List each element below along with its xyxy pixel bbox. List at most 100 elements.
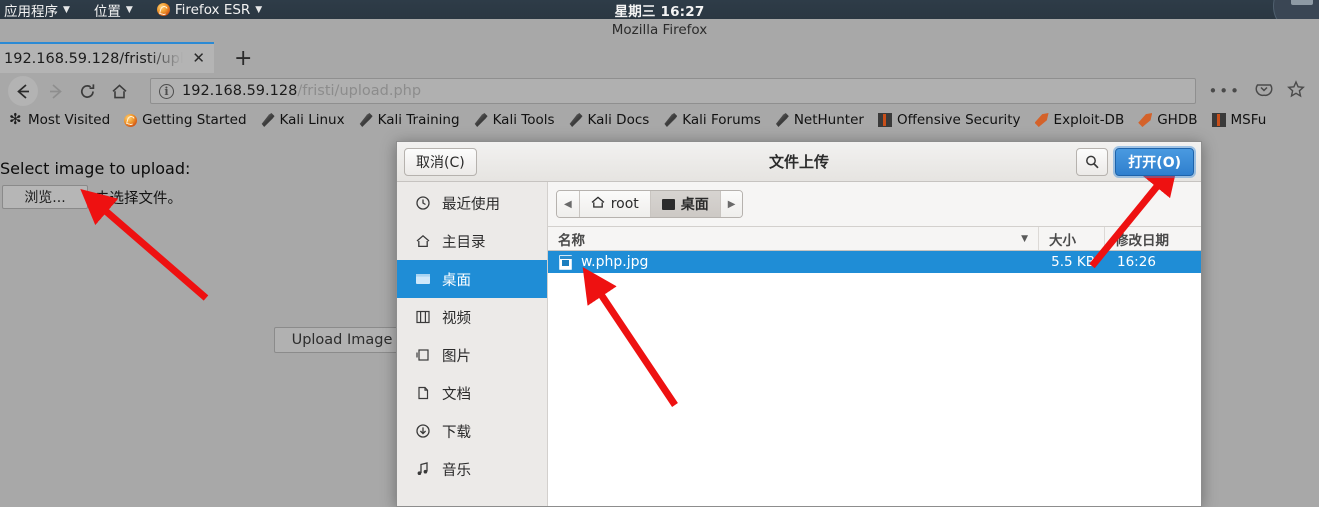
sidebar-item-desktop[interactable]: 桌面 xyxy=(397,260,547,298)
bookmark-label: Kali Forums xyxy=(682,112,761,128)
breadcrumb-label: 桌面 xyxy=(680,197,709,213)
breadcrumb-item-root[interactable]: root xyxy=(579,191,651,217)
bookmark-label: GHDB xyxy=(1157,112,1198,128)
url-bar[interactable]: i 192.168.59.128/fristi/upload.php xyxy=(150,78,1197,104)
desktop-top-panel: 应用程序 ▼ 位置 ▼ Firefox ESR ▼ 星期三 16:27 xyxy=(0,0,1319,34)
bookmark-label: Kali Training xyxy=(377,112,460,128)
bookmark-ghdb[interactable]: GHDB xyxy=(1131,112,1204,128)
file-name-cell: w.php.jpg xyxy=(548,254,1039,270)
bookmark-label: MSFu xyxy=(1230,112,1267,128)
bookmark-label: Kali Linux xyxy=(279,112,345,128)
cancel-button[interactable]: 取消(C) xyxy=(404,147,477,176)
sidebar-item-label: 下载 xyxy=(442,424,471,441)
picture-glyph xyxy=(415,349,429,361)
file-name: w.php.jpg xyxy=(581,254,649,270)
bookmark-kali-training[interactable]: Kali Training xyxy=(352,112,467,128)
table-row[interactable]: w.php.jpg 5.5 KB 16:26 xyxy=(548,251,1201,273)
upload-image-button[interactable]: Upload Image xyxy=(274,327,410,353)
bookmark-nethunter[interactable]: NetHunter xyxy=(768,112,871,128)
home-icon xyxy=(414,233,431,249)
reload-icon[interactable] xyxy=(72,76,102,106)
sidebar-item-videos[interactable]: 视频 xyxy=(397,298,547,336)
url-host: 192.168.59.128 xyxy=(182,83,298,99)
document-glyph xyxy=(417,386,428,400)
bookmark-kali-tools[interactable]: Kali Tools xyxy=(467,112,562,128)
dragon-icon xyxy=(569,113,583,127)
site-identity-icon[interactable]: i xyxy=(159,83,174,99)
sidebar-item-downloads[interactable]: 下载 xyxy=(397,412,547,450)
breadcrumb-item-desktop[interactable]: 桌面 xyxy=(650,191,721,217)
new-tab-button[interactable]: + xyxy=(226,48,260,73)
bookmark-most-visited[interactable]: Most Visited xyxy=(2,110,117,128)
leaf-icon xyxy=(1138,113,1153,127)
pictures-icon xyxy=(414,348,431,362)
bookmark-star-icon[interactable] xyxy=(1287,80,1305,102)
image-file-icon xyxy=(559,254,573,270)
sidebar-item-home[interactable]: 主目录 xyxy=(397,222,547,260)
sidebar-item-recent[interactable]: 最近使用 xyxy=(397,184,547,222)
bookmark-msfu[interactable]: MSFu xyxy=(1205,112,1274,128)
dragon-icon xyxy=(474,113,488,127)
note-glyph xyxy=(417,462,428,475)
url-path: /fristi/upload.php xyxy=(297,83,422,99)
column-header-date[interactable]: 修改日期 xyxy=(1105,227,1201,250)
bookmark-label: Most Visited xyxy=(28,112,111,128)
dragon-icon xyxy=(775,113,789,127)
sidebar-item-documents[interactable]: 文档 xyxy=(397,374,547,412)
bookmark-label: Exploit-DB xyxy=(1053,112,1125,128)
browser-tab[interactable]: 192.168.59.128/fristi/upload ✕ xyxy=(0,42,214,73)
open-button[interactable]: 打开(O) xyxy=(1115,147,1194,176)
sidebar-item-label: 桌面 xyxy=(442,272,471,289)
tab-title: 192.168.59.128/fristi/upload xyxy=(4,50,184,67)
close-icon[interactable]: ✕ xyxy=(189,51,208,66)
back-icon[interactable] xyxy=(8,76,38,106)
star-glyph xyxy=(1287,80,1305,98)
sort-descending-icon: ▼ xyxy=(1021,233,1028,244)
download-glyph xyxy=(415,424,430,438)
column-header-size[interactable]: 大小 xyxy=(1039,227,1105,250)
leaf-icon xyxy=(1034,113,1049,127)
reload-glyph xyxy=(80,83,94,98)
clock-icon xyxy=(414,195,431,211)
panel-clock[interactable]: 星期三 16:27 xyxy=(0,0,1319,20)
dialog-header: 取消(C) 文件上传 打开(O) xyxy=(397,142,1201,182)
file-list[interactable]: w.php.jpg 5.5 KB 16:26 xyxy=(548,251,1201,506)
desktop-icon xyxy=(661,198,675,210)
bookmark-kali-linux[interactable]: Kali Linux xyxy=(254,112,352,128)
file-list-header: 名称 ▼ 大小 修改日期 xyxy=(548,226,1201,251)
document-icon xyxy=(414,386,431,400)
sidebar-item-pictures[interactable]: 图片 xyxy=(397,336,547,374)
bookmark-getting-started[interactable]: Getting Started xyxy=(117,112,253,128)
page-actions-icon[interactable]: ••• xyxy=(1208,84,1241,99)
film-glyph xyxy=(415,310,430,324)
clock-glyph xyxy=(415,196,430,210)
url-text: 192.168.59.128/fristi/upload.php xyxy=(182,83,421,99)
bookmark-exploit-db[interactable]: Exploit-DB xyxy=(1028,112,1132,128)
home-icon xyxy=(591,196,605,212)
sidebar-item-label: 最近使用 xyxy=(442,196,500,213)
search-icon[interactable] xyxy=(1076,147,1109,176)
download-icon xyxy=(414,423,431,439)
dragon-icon xyxy=(359,113,373,127)
breadcrumb-next-button[interactable]: ▶ xyxy=(720,191,743,217)
bookmark-kali-forums[interactable]: Kali Forums xyxy=(656,112,768,128)
bookmark-offensive-security[interactable]: Offensive Security xyxy=(871,112,1028,128)
breadcrumb-prev-button[interactable]: ◀ xyxy=(557,191,580,217)
bookmark-kali-docs[interactable]: Kali Docs xyxy=(562,112,657,128)
sidebar-item-label: 文档 xyxy=(442,386,471,403)
column-label: 修改日期 xyxy=(1115,232,1169,249)
browse-button[interactable]: 浏览... xyxy=(2,185,88,209)
home-glyph xyxy=(591,196,605,208)
back-arrow-glyph xyxy=(16,83,29,99)
sidebar-item-music[interactable]: 音乐 xyxy=(397,450,547,488)
pocket-icon[interactable] xyxy=(1255,80,1273,102)
forward-icon xyxy=(40,76,70,106)
star-icon xyxy=(9,110,23,128)
firefox-icon xyxy=(124,113,138,127)
upload-form-label: Select image to upload: xyxy=(0,159,191,178)
breadcrumb-label: root xyxy=(610,196,639,212)
breadcrumb: ◀ root 桌面 ▶ xyxy=(556,190,744,218)
file-date-cell: 16:26 xyxy=(1117,254,1156,270)
home-icon[interactable] xyxy=(104,76,134,106)
column-header-name[interactable]: 名称 ▼ xyxy=(548,227,1039,250)
